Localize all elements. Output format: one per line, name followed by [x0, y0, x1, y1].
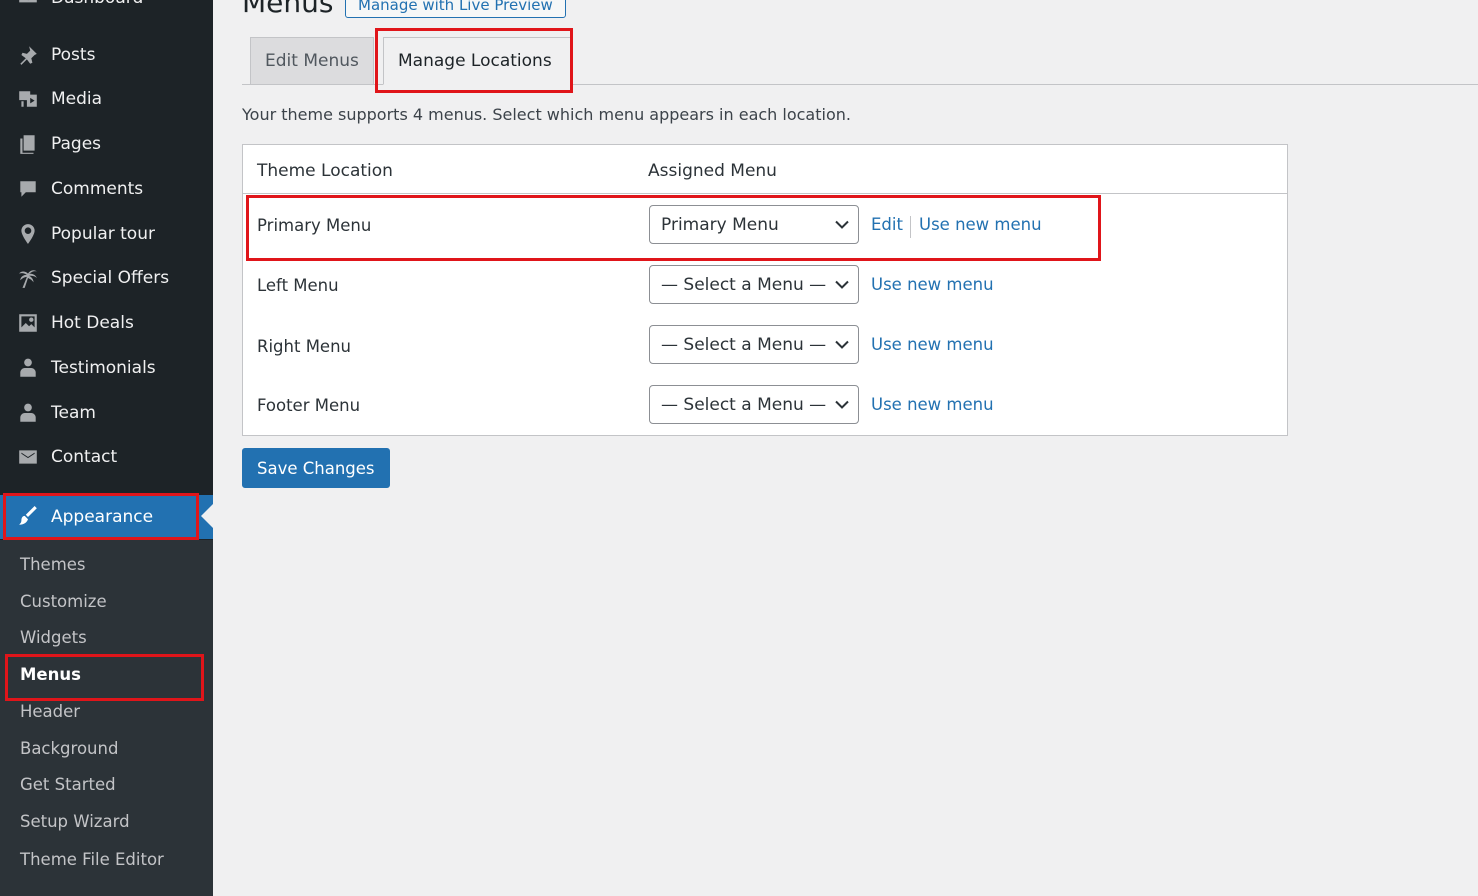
sidebar-item-posts[interactable]: Posts [0, 35, 213, 75]
submenu-item-themes[interactable]: Themes [20, 555, 86, 574]
menu-select-primary[interactable]: Primary Menu [649, 205, 859, 244]
sidebar-item-label: Pages [51, 134, 102, 154]
image-icon [16, 311, 40, 335]
manage-live-preview-button[interactable]: Manage with Live Preview [345, 0, 566, 18]
sidebar-item-testimonials[interactable]: Testimonials [0, 348, 213, 388]
sidebar-item-label: Dashboard [51, 0, 143, 8]
column-header-assigned-menu: Assigned Menu [648, 161, 777, 181]
user-icon [16, 356, 40, 380]
chevron-down-icon [835, 220, 849, 229]
pin-icon [16, 43, 40, 67]
sidebar-item-hot-deals[interactable]: Hot Deals [0, 303, 213, 343]
sidebar-item-media[interactable]: Media [0, 79, 213, 119]
location-label-right: Right Menu [257, 337, 351, 356]
sidebar-item-popular-tour[interactable]: Popular tour [0, 214, 213, 254]
sidebar-item-appearance[interactable]: Appearance [0, 495, 213, 539]
location-label-footer: Footer Menu [257, 396, 361, 415]
use-new-menu-link[interactable]: Use new menu [871, 395, 994, 414]
location-label-left: Left Menu [257, 276, 339, 295]
use-new-menu-link[interactable]: Use new menu [919, 215, 1042, 234]
sidebar-item-team[interactable]: Team [0, 393, 213, 433]
sidebar-item-label: Comments [51, 179, 144, 199]
chevron-down-icon [835, 280, 849, 289]
dashboard-icon [16, 0, 40, 10]
current-menu-arrow [201, 504, 213, 528]
location-icon [16, 222, 40, 246]
sidebar-item-label: Testimonials [51, 358, 156, 378]
admin-sidebar: Dashboard Posts Media Pages Comments Pop… [0, 0, 213, 896]
tab-manage-locations[interactable]: Manage Locations [383, 37, 571, 85]
table-header-divider [243, 193, 1287, 194]
sidebar-item-comments[interactable]: Comments [0, 169, 213, 209]
chevron-down-icon [835, 340, 849, 349]
use-new-menu-link[interactable]: Use new menu [871, 275, 994, 294]
use-new-menu-link[interactable]: Use new menu [871, 335, 994, 354]
submenu-item-get-started[interactable]: Get Started [20, 775, 116, 794]
submenu-item-background[interactable]: Background [20, 739, 118, 758]
menu-select-footer[interactable]: — Select a Menu — [649, 385, 859, 424]
link-separator [910, 216, 911, 238]
sidebar-item-pages[interactable]: Pages [0, 124, 213, 164]
save-changes-button[interactable]: Save Changes [242, 448, 390, 488]
submenu-item-menus[interactable]: Menus [20, 665, 81, 684]
sidebar-item-dashboard[interactable]: Dashboard [0, 0, 213, 18]
select-value: — Select a Menu — [661, 334, 827, 355]
sidebar-item-label: Hot Deals [51, 313, 134, 333]
menu-select-left[interactable]: — Select a Menu — [649, 265, 859, 304]
select-value: — Select a Menu — [661, 394, 827, 415]
submenu-item-header[interactable]: Header [20, 702, 80, 721]
media-icon [16, 87, 40, 111]
palm-tree-icon [16, 266, 40, 290]
sidebar-item-label: Media [51, 89, 103, 109]
submenu-item-widgets[interactable]: Widgets [20, 628, 87, 647]
menu-select-right[interactable]: — Select a Menu — [649, 325, 859, 364]
sidebar-item-label: Contact [51, 447, 118, 467]
sidebar-item-label: Team [51, 403, 96, 423]
select-value: Primary Menu [661, 214, 779, 235]
comments-icon [16, 177, 40, 201]
column-header-theme-location: Theme Location [257, 161, 393, 181]
submenu-item-theme-file-editor[interactable]: Theme File Editor [20, 850, 164, 869]
pages-icon [16, 132, 40, 156]
chevron-down-icon [835, 400, 849, 409]
submenu-item-customize[interactable]: Customize [20, 592, 107, 611]
menu-locations-table: Theme Location Assigned Menu Primary Men… [242, 144, 1288, 436]
sidebar-item-label: Special Offers [51, 268, 170, 288]
sidebar-item-label: Appearance [51, 507, 154, 527]
location-label-primary: Primary Menu [257, 216, 372, 235]
envelope-icon [16, 445, 40, 469]
user-icon [16, 401, 40, 425]
sidebar-item-label: Posts [51, 45, 96, 65]
sidebar-item-label: Popular tour [51, 224, 155, 244]
main-content: Menus Manage with Live Preview Edit Menu… [213, 0, 1478, 896]
sidebar-item-special-offers[interactable]: Special Offers [0, 258, 213, 298]
intro-text: Your theme supports 4 menus. Select whic… [242, 105, 851, 124]
select-value: — Select a Menu — [661, 274, 827, 295]
sidebar-item-contact[interactable]: Contact [0, 437, 213, 477]
page-title: Menus [242, 0, 334, 19]
paintbrush-icon [16, 505, 40, 529]
submenu-item-setup-wizard[interactable]: Setup Wizard [20, 812, 130, 831]
edit-menu-link[interactable]: Edit [871, 215, 903, 234]
tab-edit-menus[interactable]: Edit Menus [250, 37, 374, 85]
